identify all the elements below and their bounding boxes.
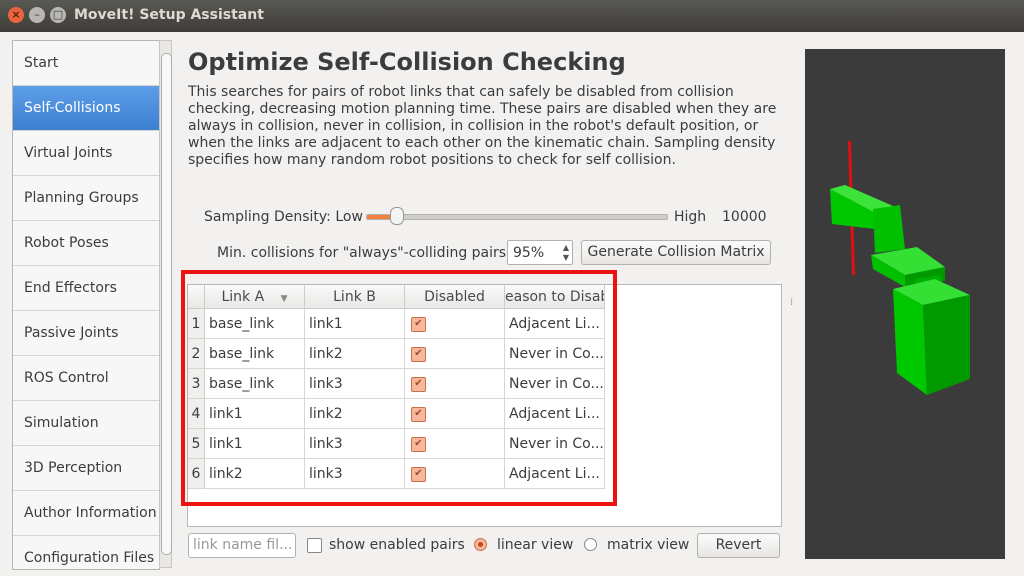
sidebar-item-planning-groups[interactable]: Planning Groups	[13, 176, 159, 221]
sidebar-item-robot-poses[interactable]: Robot Poses	[13, 221, 159, 266]
robot-3d-viewer[interactable]	[805, 49, 1005, 559]
generate-collision-matrix-button[interactable]: Generate Collision Matrix	[581, 240, 771, 265]
sidebar-item-author-information[interactable]: Author Information	[13, 491, 159, 536]
min-collisions-spinbox[interactable]: 95% ▲ ▼	[507, 240, 573, 265]
sidebar-item-start[interactable]: Start	[13, 41, 159, 86]
link-name-filter-input[interactable]: link name fil...	[188, 533, 296, 558]
sampling-density-label: Sampling Density: Low	[204, 209, 363, 225]
sidebar-scrollbar-thumb[interactable]	[161, 53, 172, 555]
sampling-density-value: 10000	[722, 209, 767, 225]
min-collisions-label: Min. collisions for "always"-colliding p…	[217, 245, 511, 261]
spin-up-icon[interactable]: ▲	[563, 243, 569, 252]
sidebar-item-3d-perception[interactable]: 3D Perception	[13, 446, 159, 491]
minimize-icon[interactable]: –	[29, 7, 45, 23]
window-title: MoveIt! Setup Assistant	[74, 7, 264, 23]
splitter-handle-icon[interactable]: ⁞	[790, 297, 793, 308]
sampling-density-slider[interactable]	[366, 214, 668, 220]
spin-down-icon[interactable]: ▼	[563, 253, 569, 262]
revert-button[interactable]: Revert	[697, 533, 780, 558]
min-collisions-value: 95%	[513, 245, 545, 261]
sidebar-item-configuration-files[interactable]: Configuration Files	[13, 536, 159, 569]
page-description: This searches for pairs of robot links t…	[188, 84, 777, 168]
page-title: Optimize Self-Collision Checking	[188, 48, 626, 76]
maximize-icon[interactable]: □	[50, 7, 66, 23]
robot-model	[830, 141, 970, 395]
close-icon[interactable]: ×	[8, 7, 24, 23]
sidebar-item-end-effectors[interactable]: End Effectors	[13, 266, 159, 311]
sidebar: Start Self-Collisions Virtual Joints Pla…	[12, 40, 160, 570]
linear-view-radio[interactable]	[474, 538, 487, 551]
sampling-density-high-label: High	[674, 209, 707, 225]
sidebar-item-virtual-joints[interactable]: Virtual Joints	[13, 131, 159, 176]
window-titlebar: × – □ MoveIt! Setup Assistant	[0, 0, 1024, 32]
sampling-density-slider-handle[interactable]	[390, 207, 404, 225]
show-enabled-pairs-label[interactable]: show enabled pairs	[329, 537, 465, 553]
linear-view-label[interactable]: linear view	[497, 537, 573, 553]
sidebar-item-passive-joints[interactable]: Passive Joints	[13, 311, 159, 356]
matrix-view-radio[interactable]	[584, 538, 597, 551]
sidebar-scrollbar[interactable]	[159, 40, 172, 568]
matrix-view-label[interactable]: matrix view	[607, 537, 689, 553]
highlight-annotation-box	[181, 270, 617, 506]
sidebar-item-self-collisions[interactable]: Self-Collisions	[13, 86, 159, 131]
show-enabled-pairs-checkbox[interactable]	[307, 538, 322, 553]
sidebar-item-simulation[interactable]: Simulation	[13, 401, 159, 446]
sidebar-item-ros-control[interactable]: ROS Control	[13, 356, 159, 401]
